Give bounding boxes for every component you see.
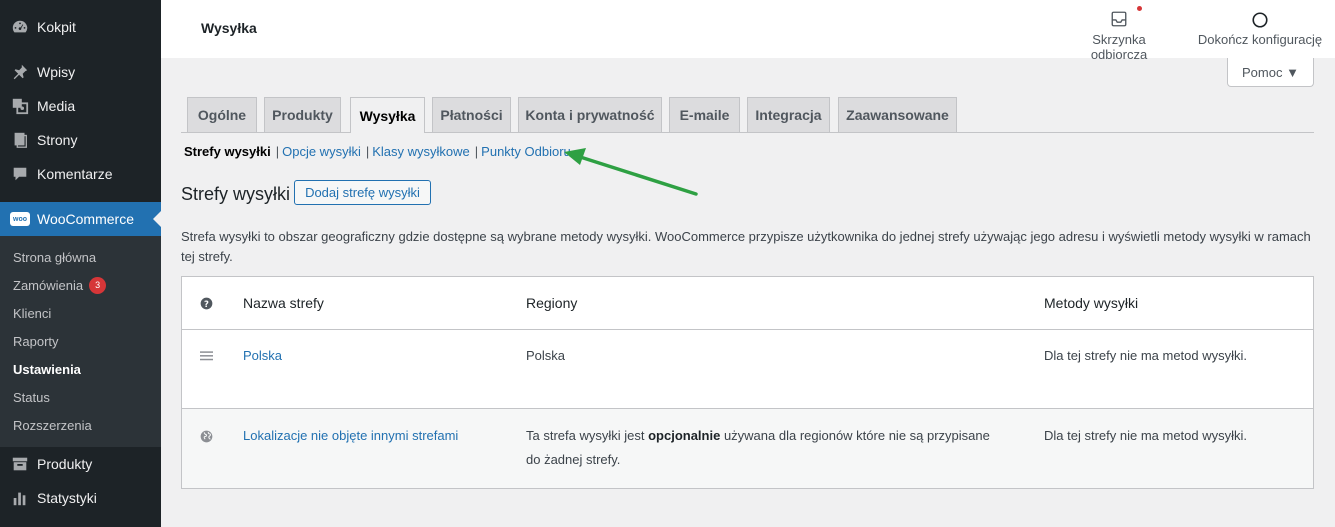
zone-name-link[interactable]: Lokalizacje nie objęte innymi strefami xyxy=(243,424,458,448)
submenu-label: Zamówienia xyxy=(13,277,84,293)
submenu-rozszerzenia[interactable]: Rozszerzenia xyxy=(0,411,161,439)
submenu-strona-glowna[interactable]: Strona główna xyxy=(0,243,161,271)
regions-bold: opcjonalnie xyxy=(648,428,721,443)
table-row: Polska Polska Dla tej strefy nie ma meto… xyxy=(182,330,1313,409)
section-title: Strefy wysyłki xyxy=(181,184,291,204)
bar-chart-icon xyxy=(10,488,30,508)
tab-zaawansowane[interactable]: Zaawansowane xyxy=(838,97,957,132)
sidebar-item-label: Statystyki xyxy=(37,490,97,506)
subnav-separator: | xyxy=(474,144,479,159)
sidebar-item-label: Produkty xyxy=(37,456,93,472)
submenu-ustawienia[interactable]: Ustawienia xyxy=(0,355,161,383)
submenu-label: Raporty xyxy=(13,333,59,349)
dashboard-icon xyxy=(10,17,30,37)
submenu-label: Rozszerzenia xyxy=(13,417,92,433)
annotation-arrow-icon xyxy=(564,148,698,196)
archive-icon xyxy=(10,454,30,474)
tab-e-maile[interactable]: E-maile xyxy=(669,97,740,132)
subnav-current: Strefy wysyłki xyxy=(184,144,271,159)
sidebar-item-wpisy[interactable]: Wpisy xyxy=(0,55,161,89)
sidebar-item-media[interactable]: Media xyxy=(0,89,161,123)
media-icon xyxy=(10,96,30,116)
notification-dot xyxy=(1137,5,1142,11)
setup-icon-wrap xyxy=(1197,8,1323,32)
inbox-icon xyxy=(1110,5,1142,31)
zone-name-link[interactable]: Polska xyxy=(243,344,282,368)
orders-count-badge: 3 xyxy=(89,276,107,294)
help-icon[interactable]: ? xyxy=(199,291,213,310)
shipping-zones-table: ? Nazwa strefy Regiony Metody wysyłki Po… xyxy=(181,276,1314,489)
page-header: Wysyłka Skrzynka odbiorcza Dokończ konfi… xyxy=(161,0,1335,62)
setup-label: Dokończ konfigurację xyxy=(1197,32,1323,47)
sidebar-item-label: Wpisy xyxy=(37,64,76,80)
globe-icon xyxy=(199,424,213,443)
submenu-klienci[interactable]: Klienci xyxy=(0,299,161,327)
tab-produkty[interactable]: Produkty xyxy=(264,97,341,132)
table-header-row: ? Nazwa strefy Regiony Metody wysyłki xyxy=(182,277,1313,330)
sidebar-item-produkty[interactable]: Produkty xyxy=(0,447,161,481)
section-description: Strefa wysyłki to obszar geograficzny gd… xyxy=(181,229,1311,264)
help-button[interactable]: Pomoc ▼ xyxy=(1227,58,1314,87)
page-title: Wysyłka xyxy=(201,20,257,36)
tab-ogolne[interactable]: Ogólne xyxy=(187,97,257,132)
submenu-label: Status xyxy=(13,389,50,405)
tab-wysylka[interactable]: Wysyłka xyxy=(350,97,425,133)
tab-konta-prywatnosc[interactable]: Konta i prywatność xyxy=(518,97,662,132)
inbox-label: Skrzynka odbiorcza xyxy=(1090,32,1148,62)
inbox-button[interactable]: Skrzynka odbiorcza xyxy=(1063,5,1175,62)
zone-methods: Dla tej strefy nie ma metod wysyłki. xyxy=(1044,348,1248,363)
tab-integracja[interactable]: Integracja xyxy=(747,97,830,132)
sidebar-item-statystyki[interactable]: Statystyki xyxy=(0,481,161,515)
page-icon xyxy=(10,130,30,150)
submenu-label: Strona główna xyxy=(13,249,97,265)
table-row: Lokalizacje nie objęte innymi strefami T… xyxy=(182,409,1313,488)
column-header-regions: Regiony xyxy=(526,295,578,311)
zone-regions: Ta strefa wysyłki jest opcjonalnie używa… xyxy=(526,424,996,472)
tab-platnosci[interactable]: Płatności xyxy=(432,97,511,132)
subnav-punkty-odbioru[interactable]: Punkty Odbioru xyxy=(481,144,571,159)
zone-methods: Dla tej strefy nie ma metod wysyłki. xyxy=(1044,428,1248,443)
subnav-separator: | xyxy=(365,144,370,159)
submenu-zamowienia[interactable]: Zamówienia 3 xyxy=(0,271,161,299)
sidebar-item-label: WooCommerce xyxy=(37,211,134,227)
subnav-separator: | xyxy=(275,144,280,159)
zone-regions: Polska xyxy=(526,348,566,363)
inbox-icon-wrap xyxy=(1063,5,1175,32)
progress-circle-icon xyxy=(1252,12,1268,28)
sidebar-item-label: Strony xyxy=(37,132,78,148)
woo-logo-text: woo xyxy=(10,212,30,226)
svg-text:?: ? xyxy=(204,298,209,308)
sidebar-item-woocommerce[interactable]: woo WooCommerce xyxy=(0,202,161,236)
sidebar-top-spacer xyxy=(0,0,161,10)
sidebar-item-label: Kokpit xyxy=(37,19,76,35)
column-header-name: Nazwa strefy xyxy=(243,295,324,311)
submenu-status[interactable]: Status xyxy=(0,383,161,411)
add-shipping-zone-button[interactable]: Dodaj strefę wysyłki xyxy=(294,180,431,205)
sidebar-item-strony[interactable]: Strony xyxy=(0,123,161,157)
comment-icon xyxy=(10,164,30,184)
subnav-opcje-wysylki[interactable]: Opcje wysyłki xyxy=(282,144,361,159)
drag-handle-icon[interactable] xyxy=(199,344,213,363)
woocommerce-logo-icon: woo xyxy=(10,209,30,229)
settings-tabs: Ogólne Produkty Wysyłka Płatności Konta … xyxy=(181,97,1314,133)
column-header-methods: Metody wysyłki xyxy=(1044,295,1139,311)
shipping-subnav: Strefy wysyłki | Opcje wysyłki | Klasy w… xyxy=(184,144,571,159)
subnav-klasy-wysylkowe[interactable]: Klasy wysyłkowe xyxy=(372,144,470,159)
sidebar-item-label: Media xyxy=(37,98,76,114)
submenu-label: Klienci xyxy=(13,305,52,321)
finish-setup-button[interactable]: Dokończ konfigurację xyxy=(1197,8,1323,47)
woocommerce-submenu: Strona główna Zamówienia 3 Klienci Raport… xyxy=(0,236,161,447)
sidebar-item-label: Komentarze xyxy=(37,166,113,182)
pin-icon xyxy=(10,62,30,82)
admin-sidebar: Kokpit Wpisy Media Strony Komentarze woo… xyxy=(0,0,161,527)
sidebar-item-kokpit[interactable]: Kokpit xyxy=(0,10,161,44)
sidebar-item-komentarze[interactable]: Komentarze xyxy=(0,157,161,191)
submenu-label: Ustawienia xyxy=(13,361,81,377)
submenu-raporty[interactable]: Raporty xyxy=(0,327,161,355)
regions-text: Ta strefa wysyłki jest xyxy=(526,428,649,443)
